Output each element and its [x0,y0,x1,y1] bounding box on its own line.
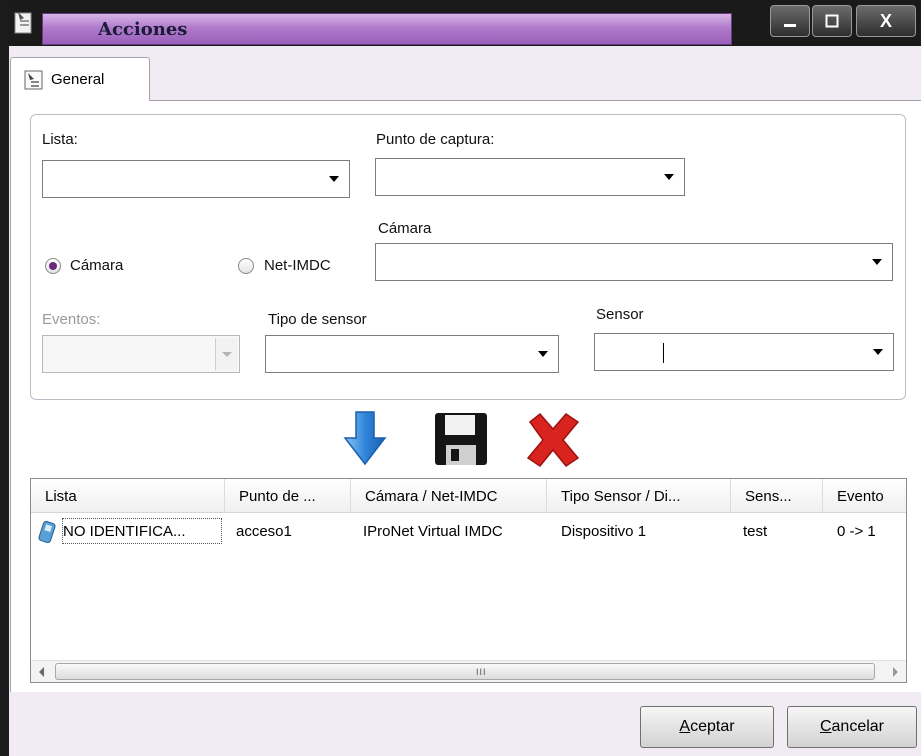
window-title: Acciones [98,19,188,40]
scroll-right-button[interactable] [884,661,906,682]
col-header-sensor[interactable]: Sens... [731,479,823,513]
radio-net-imdc-label[interactable]: Net-IMDC [264,257,331,274]
title-bar[interactable]: Acciones X [0,0,921,46]
cell-lista: NO IDENTIFICA... [59,515,225,547]
punto-captura-label: Punto de captura: [376,131,495,148]
cell-punto: acceso1 [236,523,292,540]
maximize-icon [825,14,839,28]
cancelar-label: ancelar [831,718,885,735]
minimize-icon [784,24,796,27]
chevron-down-icon [538,351,548,357]
sensor-combo[interactable] [594,333,894,371]
window: Acciones X General Lista: Punto de captu… [0,0,921,756]
phone-icon [38,521,56,543]
app-icon [14,12,32,34]
punto-captura-combo[interactable] [375,158,685,196]
scroll-left-button[interactable] [31,661,53,682]
aceptar-accel: A [679,718,691,735]
floppy-disk-icon[interactable] [433,411,489,467]
cell-camara: IProNet Virtual IMDC [363,523,503,540]
col-header-punto[interactable]: Punto de ... [225,479,351,513]
aceptar-label: ceptar [690,718,735,735]
eventos-label: Eventos: [42,311,101,328]
maximize-button[interactable] [812,5,852,37]
col-header-tipo-sensor[interactable]: Tipo Sensor / Di... [547,479,731,513]
actions-list[interactable]: Lista Punto de ... Cámara / Net-IMDC Tip… [30,478,907,683]
chevron-down-icon [873,349,883,355]
close-icon: X [879,10,892,31]
eventos-combo[interactable] [42,335,240,373]
tipo-sensor-combo[interactable] [265,335,559,373]
lista-label: Lista: [42,131,78,148]
cancelar-button[interactable]: Cancelar [787,706,917,748]
cell-tipo-sensor: Dispositivo 1 [561,523,647,540]
tab-general-label: General [51,71,105,88]
radio-net-imdc[interactable] [238,258,254,274]
radio-camara[interactable] [45,258,61,274]
lista-combo[interactable] [42,160,350,198]
chevron-down-icon [215,338,237,370]
sensor-label: Sensor [596,306,644,323]
list-header: Lista Punto de ... Cámara / Net-IMDC Tip… [31,479,906,513]
col-header-camara[interactable]: Cámara / Net-IMDC [351,479,547,513]
col-header-evento[interactable]: Evento [823,479,906,513]
close-button[interactable]: X [856,5,916,37]
minimize-button[interactable] [770,5,810,37]
chevron-down-icon [872,259,882,265]
arrow-down-icon[interactable] [343,410,387,466]
table-row[interactable]: NO IDENTIFICA... acceso1 IProNet Virtual… [31,515,906,547]
cell-evento: 0 -> 1 [837,523,876,540]
text-caret [663,343,664,363]
horizontal-scrollbar[interactable]: III [31,660,906,682]
radio-camara-label[interactable]: Cámara [70,257,123,274]
scroll-thumb[interactable]: III [55,663,875,680]
aceptar-button[interactable]: Aceptar [640,706,774,748]
red-x-icon[interactable] [524,412,582,468]
tab-general[interactable]: General [10,57,150,101]
scroll-grip: III [476,667,487,677]
general-tab-icon [24,70,43,89]
tipo-sensor-label: Tipo de sensor [268,311,367,328]
window-left-border [0,0,9,756]
col-header-lista[interactable]: Lista [31,479,225,513]
camara-label: Cámara [378,220,432,237]
camara-combo[interactable] [375,243,893,281]
dialog-footer [10,692,921,756]
cancelar-accel: C [819,718,832,735]
chevron-down-icon [329,176,339,182]
chevron-down-icon [664,174,674,180]
cell-sensor: test [743,523,768,540]
